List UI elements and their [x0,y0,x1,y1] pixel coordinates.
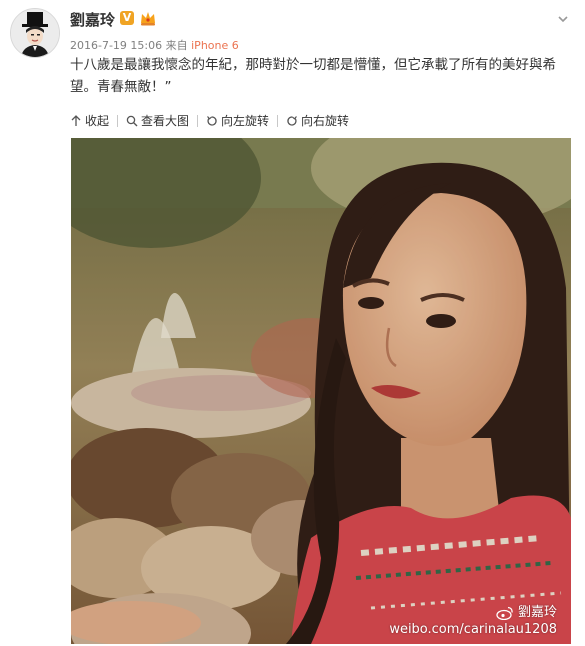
rotate-left-icon [207,115,217,126]
photo-watermark: 劉嘉玲 weibo.com/carinalau1208 [389,604,557,638]
collapse-button[interactable]: 收起 [70,112,109,129]
weibo-logo-icon [496,606,513,620]
verified-badge-icon: V [120,11,134,25]
rotate-right-button[interactable]: 向右旋转 [286,112,349,129]
post-text: 十八歲是最讓我懷念的年紀，那時對於一切都是懵懂，但它承載了所有的美好與希望。青春… [70,57,556,95]
rotate-left-label: 向左旋转 [221,114,270,128]
magnifier-icon [126,115,138,126]
member-crown-icon[interactable] [139,9,157,27]
avatar[interactable] [10,8,60,58]
divider [277,114,279,127]
chevron-down-icon[interactable] [556,12,570,26]
collapse-label: 收起 [85,114,110,128]
weibo-post: 劉嘉玲 V 2016-7-19 15:06 来自 iPhone 6 十八歲是最讓… [0,0,585,646]
image-toolbar: 收起 查看大图 向左旋转 向右旋转 [70,112,349,130]
view-large-label: 查看大图 [141,114,190,128]
post-time[interactable]: 2016-7-19 15:06 [70,39,162,52]
post-photo[interactable]: 劉嘉玲 weibo.com/carinalau1208 [71,138,571,644]
avatar-top-hat-icon [11,9,59,57]
watermark-url: weibo.com/carinalau1208 [389,622,557,637]
source-device-link[interactable]: iPhone 6 [191,39,239,52]
watermark-name: 劉嘉玲 [517,605,557,620]
rotate-right-label: 向右旋转 [301,114,350,128]
rotate-right-icon [287,115,297,126]
source-prefix: 来自 [165,39,188,52]
username[interactable]: 劉嘉玲 [70,9,115,30]
rotate-left-button[interactable]: 向左旋转 [206,112,269,129]
arrow-up-icon [71,114,81,126]
divider [117,114,119,127]
divider [197,114,199,127]
portrait-photo [71,138,571,644]
post-meta: 2016-7-19 15:06 来自 iPhone 6 [70,37,239,53]
view-large-button[interactable]: 查看大图 [126,112,189,129]
